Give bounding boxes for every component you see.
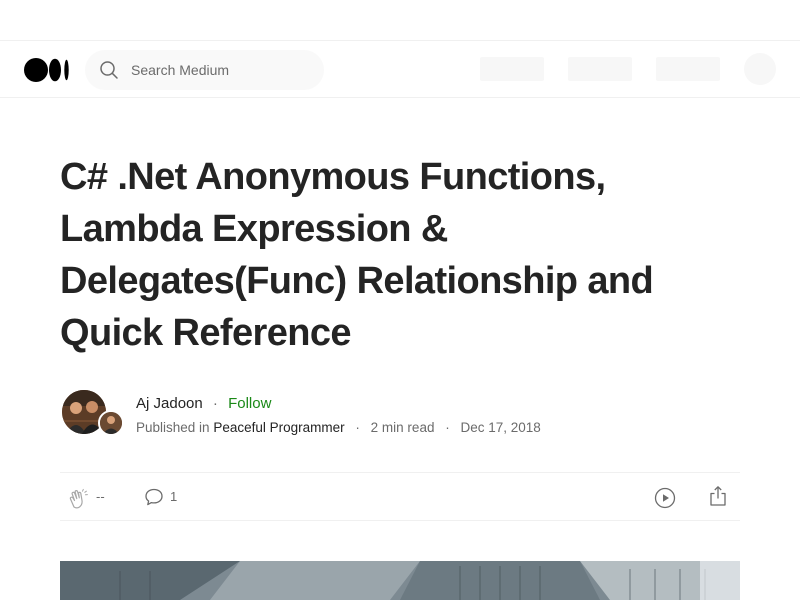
user-avatar-placeholder[interactable] [744,53,776,85]
clap-count: -- [96,489,105,504]
action-bar: -- 1 [60,472,740,521]
clap-icon[interactable] [68,487,90,509]
nav-placeholder-3 [656,57,720,81]
author-row: Aj Jadoon · Follow Published in Peaceful… [60,388,740,438]
search-box[interactable] [85,50,324,90]
comment-count: 1 [170,489,178,504]
medium-logo-icon[interactable] [24,58,70,82]
play-icon[interactable] [654,487,676,509]
meta-line: Published in Peaceful Programmer · 2 min… [136,419,541,437]
nav-placeholder-1 [480,57,544,81]
nav-placeholder-2 [568,57,632,81]
navbar [0,41,800,98]
separator-dot: · [445,420,450,435]
read-time: 2 min read [370,420,435,435]
author-line: Aj Jadoon · Follow [136,394,271,414]
hero-image [60,561,740,600]
publication-avatar[interactable] [98,410,124,436]
separator-dot: · [355,420,360,435]
comment-icon[interactable] [144,487,164,507]
search-icon [100,61,118,79]
search-input[interactable] [131,50,311,90]
article-title: C# .Net Anonymous Functions, Lambda Expr… [60,156,654,354]
author-name[interactable]: Aj Jadoon [136,395,203,412]
top-strip [0,0,800,41]
share-icon[interactable] [708,485,728,507]
publish-date: Dec 17, 2018 [460,420,541,435]
published-in-label: Published in [136,420,210,435]
publication-name[interactable]: Peaceful Programmer [213,420,344,435]
follow-button[interactable]: Follow [228,395,271,412]
separator-dot: · [212,395,218,412]
